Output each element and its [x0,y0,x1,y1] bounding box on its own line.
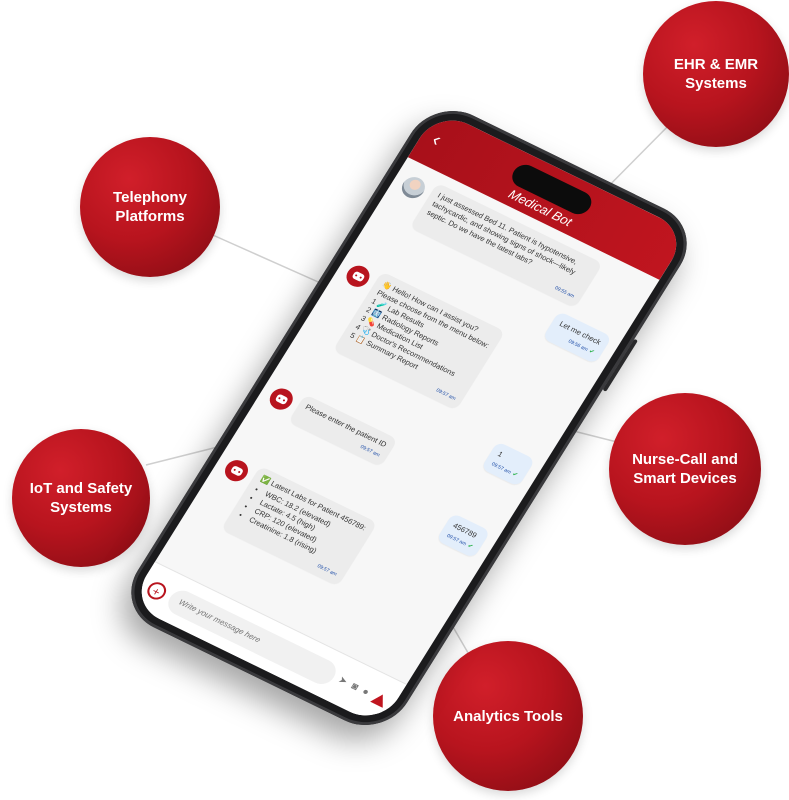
integration-label: Telephony Platforms [113,189,187,225]
integration-label: Analytics Tools [453,707,563,725]
integration-label: EHR & EMR Systems [673,56,759,92]
integration-label: Nurse-Call and Smart Devices [632,451,738,487]
message-bubble: 1 09:57 am✔ [480,441,536,487]
read-check-icon: ✔ [466,543,474,551]
integration-analytics: Analytics Tools [433,641,583,791]
robot-icon [229,464,244,477]
bot-avatar [220,456,253,485]
integration-label: IoT and Safety Systems [29,480,133,516]
mic-icon[interactable]: ● [360,686,371,698]
camera-icon[interactable]: ◙ [349,681,360,693]
integration-iot-safety: IoT and Safety Systems [12,429,150,567]
bot-avatar [265,384,298,414]
send-icon[interactable]: ➤ [336,675,349,688]
read-check-icon: ✔ [510,471,519,479]
add-attachment-button[interactable]: + [144,578,170,603]
integration-nurse-call: Nurse-Call and Smart Devices [609,393,761,545]
read-check-icon: ✔ [587,348,596,356]
alert-icon[interactable] [370,691,390,708]
message-bubble: 456789 09:57 am✔ [435,512,491,559]
message-text: 1 [496,449,505,459]
bot-avatar [342,262,374,291]
robot-icon [350,270,366,283]
robot-icon [274,393,289,405]
time-text: 09:57 am [490,461,513,476]
message-time: 09:57 am✔ [489,460,519,481]
doctor-avatar [397,173,430,202]
integration-ehr-emr: EHR & EMR Systems [643,1,789,147]
integration-telephony: Telephony Platforms [80,137,220,277]
